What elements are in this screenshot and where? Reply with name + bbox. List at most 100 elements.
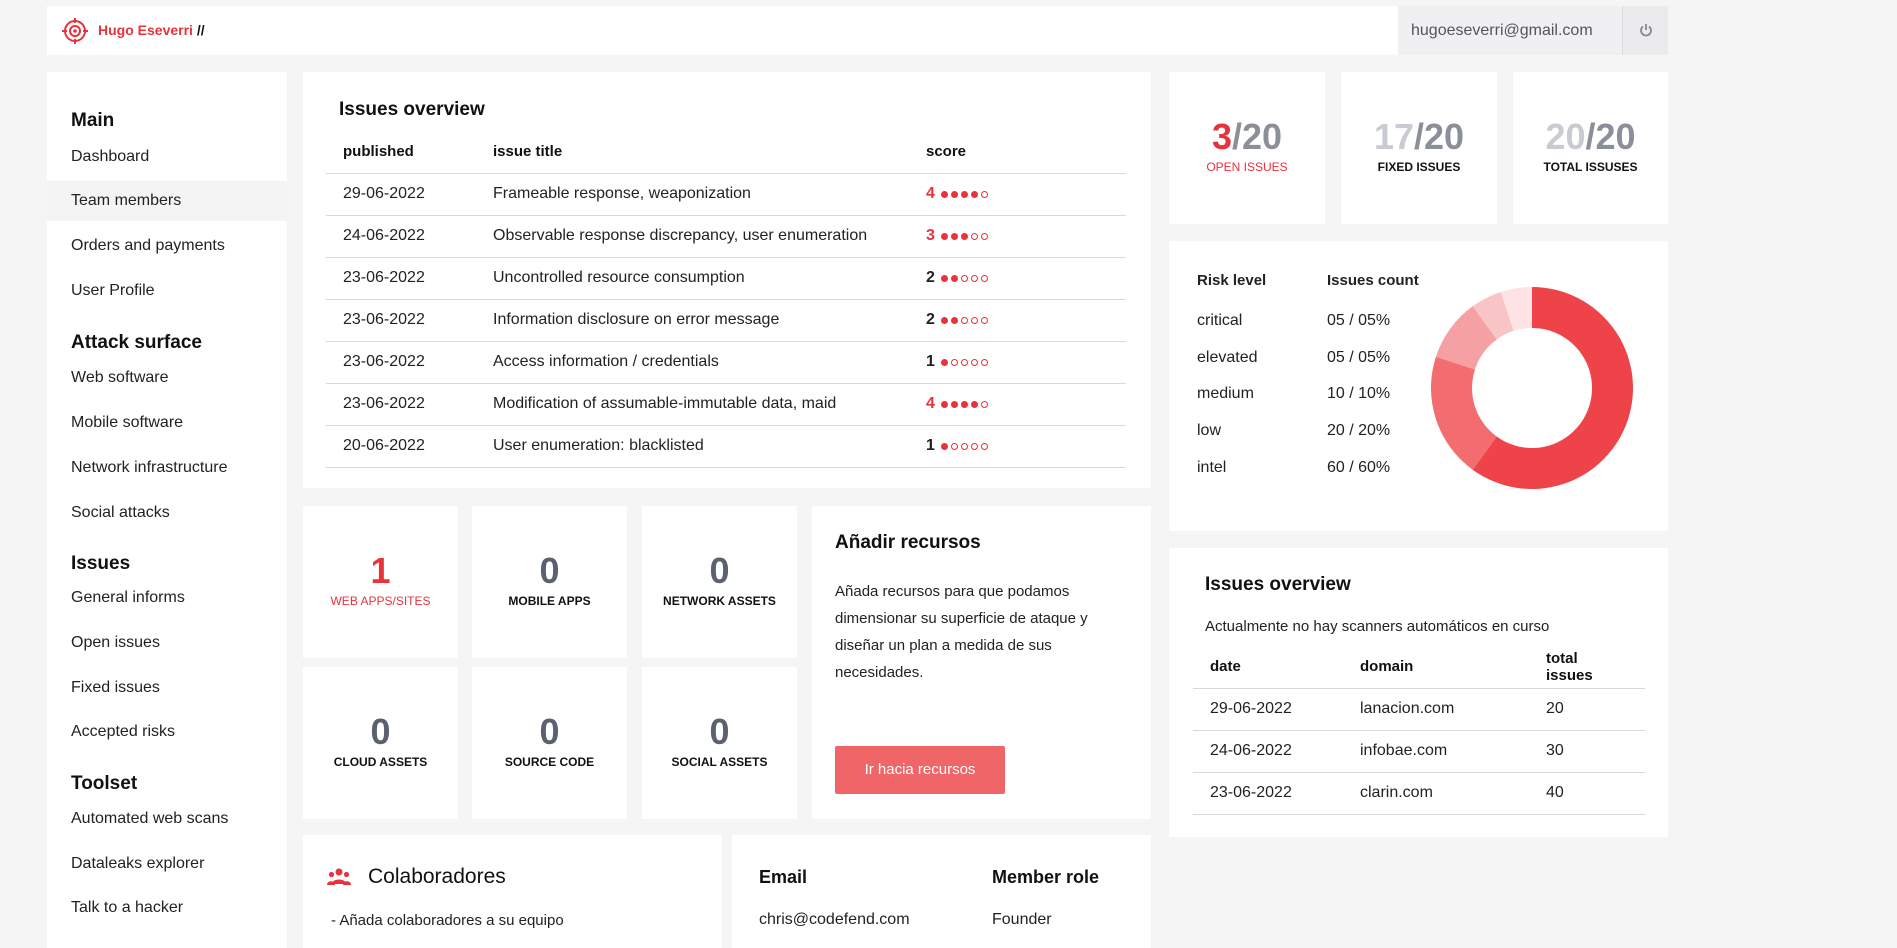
sidebar-item-dataleaks-explorer[interactable]: Dataleaks explorer — [47, 844, 287, 884]
user-email[interactable]: hugoeseverri@gmail.com — [1411, 22, 1593, 40]
fixed-issues-card[interactable]: 17/20 FIXED ISSUES — [1341, 72, 1497, 224]
sidebar-item-web-software[interactable]: Web software — [47, 358, 287, 398]
table-row[interactable]: 23-06-2022 clarin.com 40 — [1193, 772, 1645, 815]
asset-card-network-assets[interactable]: 0 NETWORK ASSETS — [642, 506, 797, 658]
score-value: 2 — [926, 311, 935, 329]
col-published[interactable]: published — [326, 131, 476, 174]
risk-count-intel: 60 / 60% — [1327, 459, 1391, 476]
asset-value: 0 — [370, 711, 391, 752]
table-row[interactable]: 29-06-2022 lanacion.com 20 — [1193, 688, 1645, 731]
issue-score: 4 — [909, 383, 1126, 426]
col-issue-title[interactable]: issue title — [476, 131, 909, 174]
score-dot-filled — [960, 400, 968, 408]
member-email[interactable]: chris@codefend.com — [759, 911, 910, 929]
sidebar-item-general-informs[interactable]: General informs — [47, 578, 287, 618]
table-row[interactable]: 29-06-2022 Frameable response, weaponizat… — [326, 173, 1126, 216]
score-dot-empty — [980, 232, 988, 240]
asset-card-web-apps[interactable]: 1 WEB APPS/SITES — [303, 506, 458, 658]
sidebar-item-open-issues[interactable]: Open issues — [47, 623, 287, 663]
sidebar-item-social-attacks[interactable]: Social attacks — [47, 493, 287, 533]
table-row[interactable]: 23-06-2022 Uncontrolled resource consumpt… — [326, 257, 1126, 300]
score-dot-filled — [950, 316, 958, 324]
risk-level-header: Risk level — [1197, 272, 1267, 289]
sidebar-item-talk-to-a-hacker[interactable]: Talk to a hacker — [47, 888, 287, 928]
scan-date: 23-06-2022 — [1193, 772, 1343, 815]
score-dot-empty — [960, 442, 968, 450]
logout-button[interactable] — [1622, 6, 1668, 55]
table-row[interactable]: 23-06-2022 Modification of assumable-immu… — [326, 383, 1126, 426]
scan-date: 29-06-2022 — [1193, 688, 1343, 731]
score-dot-empty — [980, 400, 988, 408]
score-dot-filled — [940, 190, 948, 198]
scan-date: 24-06-2022 — [1193, 730, 1343, 773]
issue-score: 3 — [909, 215, 1126, 258]
issues-overview-title: Issues overview — [339, 99, 485, 120]
score-value: 4 — [926, 185, 935, 203]
total-issues-count: 20/20 — [1513, 116, 1668, 158]
score-dot-filled — [950, 274, 958, 282]
score-dots — [940, 227, 991, 245]
sidebar-item-team-members[interactable]: Team members — [47, 181, 287, 221]
score-dot-filled — [960, 232, 968, 240]
go-to-resources-button[interactable]: Ir hacia recursos — [835, 746, 1005, 794]
fixed-issues-count: 17/20 — [1341, 116, 1497, 158]
table-row[interactable]: 24-06-2022 infobae.com 30 — [1193, 730, 1645, 773]
issue-published: 23-06-2022 — [326, 257, 476, 300]
sidebar: Main Dashboard Team members Orders and p… — [47, 72, 287, 948]
sidebar-item-orders-and-payments[interactable]: Orders and payments — [47, 226, 287, 266]
table-row[interactable]: 24-06-2022 Observable response discrepanc… — [326, 215, 1126, 258]
collaborators-title: Colaboradores — [368, 865, 506, 888]
issue-title: Modification of assumable-immutable data… — [476, 383, 909, 426]
sidebar-section-main: Main — [71, 110, 115, 131]
asset-card-source-code[interactable]: 0 SOURCE CODE — [472, 667, 627, 819]
sidebar-item-mobile-software[interactable]: Mobile software — [47, 403, 287, 443]
asset-card-mobile-apps[interactable]: 0 MOBILE APPS — [472, 506, 627, 658]
asset-label: SOURCE CODE — [504, 755, 595, 769]
risk-level-critical: critical — [1197, 312, 1243, 329]
issue-score: 2 — [909, 257, 1126, 300]
col-date[interactable]: date — [1193, 646, 1343, 689]
risk-count-critical: 05 / 05% — [1327, 312, 1391, 329]
issue-published: 20-06-2022 — [326, 425, 476, 468]
issue-score: 1 — [909, 425, 1126, 468]
total-issues-value: 20 — [1545, 116, 1586, 157]
col-domain[interactable]: domain — [1343, 646, 1529, 689]
sidebar-item-network-infrastructure[interactable]: Network infrastructure — [47, 448, 287, 488]
open-issues-card[interactable]: 3/20 OPEN ISSUES — [1169, 72, 1325, 224]
score-dot-empty — [960, 358, 968, 366]
score-dot-filled — [950, 400, 958, 408]
sidebar-item-accepted-risks[interactable]: Accepted risks — [47, 712, 287, 752]
asset-card-cloud-assets[interactable]: 0 CLOUD ASSETS — [303, 667, 458, 819]
score-dot-empty — [970, 442, 978, 450]
resources-card: Añadir recursos Añada recursos para que … — [812, 506, 1151, 819]
issue-published: 24-06-2022 — [326, 215, 476, 258]
score-dot-empty — [960, 274, 968, 282]
sidebar-item-user-profile[interactable]: User Profile — [47, 271, 287, 311]
col-total-issues[interactable]: total issues — [1529, 646, 1645, 689]
open-issues-count: 3/20 — [1169, 116, 1325, 158]
table-row[interactable]: 23-06-2022 Information disclosure on erro… — [326, 299, 1126, 342]
total-issues-card[interactable]: 20/20 TOTAL ISSUSES — [1513, 72, 1668, 224]
sidebar-item-automated-web-scans[interactable]: Automated web scans — [47, 799, 287, 839]
issues-table: published issue title score 29-06-2022 Fr… — [326, 131, 1126, 468]
sidebar-item-fixed-issues[interactable]: Fixed issues — [47, 668, 287, 708]
collaborators-subtitle: - Añada colaboradores a su equipo — [331, 912, 564, 929]
scan-total: 20 — [1529, 688, 1645, 731]
table-row[interactable]: 23-06-2022 Access information / credentia… — [326, 341, 1126, 384]
sidebar-item-dashboard[interactable]: Dashboard — [47, 137, 287, 177]
score-dot-filled — [940, 358, 948, 366]
score-dots — [940, 185, 991, 203]
sidebar-section-issues: Issues — [71, 553, 131, 574]
score-dots — [940, 353, 991, 371]
risk-donut-chart — [1431, 287, 1633, 489]
col-score[interactable]: score — [909, 131, 1126, 174]
scan-total: 40 — [1529, 772, 1645, 815]
brand-suffix: // — [196, 22, 205, 38]
score-dot-filled — [940, 316, 948, 324]
issue-published: 23-06-2022 — [326, 341, 476, 384]
fixed-issues-value: 17 — [1373, 116, 1414, 157]
asset-card-social-assets[interactable]: 0 SOCIAL ASSETS — [642, 667, 797, 819]
top-bar: Hugo Eseverri // hugoeseverri@gmail.com — [47, 6, 1668, 55]
table-row[interactable]: 20-06-2022 User enumeration: blacklisted 1 — [326, 425, 1126, 468]
brand-name[interactable]: Hugo Eseverri // — [98, 22, 205, 38]
